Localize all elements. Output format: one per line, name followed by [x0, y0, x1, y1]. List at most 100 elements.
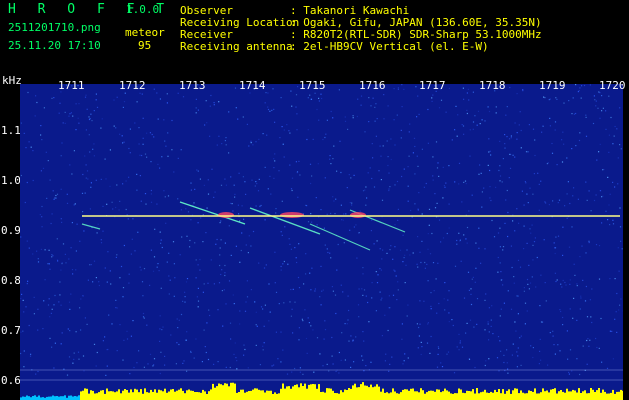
noise-speck [23, 311, 25, 313]
noise-speck [42, 328, 44, 330]
noise-speck [602, 107, 604, 109]
noise-speck [484, 364, 486, 367]
noise-speck [177, 92, 179, 94]
noise-speck [363, 289, 366, 291]
noise-speck [418, 335, 420, 337]
noise-speck [490, 199, 492, 202]
noise-speck [45, 151, 47, 153]
noise-speck [229, 202, 232, 204]
noise-speck [43, 300, 45, 302]
noise-speck [44, 249, 46, 251]
noise-speck [189, 246, 191, 248]
noise-speck [586, 199, 588, 201]
noise-speck [75, 250, 77, 252]
noise-speck [338, 372, 340, 374]
histogram-bar [98, 392, 100, 400]
noise-speck [367, 301, 369, 304]
noise-speck [195, 259, 197, 261]
noise-speck [485, 360, 487, 362]
noise-speck [49, 268, 51, 270]
histogram-bar [370, 384, 372, 400]
noise-speck [442, 197, 444, 199]
histogram-bar [88, 393, 90, 400]
noise-speck [463, 181, 465, 183]
noise-speck [614, 278, 616, 280]
noise-speck [542, 125, 544, 127]
noise-speck [77, 117, 79, 119]
noise-speck [183, 360, 185, 362]
noise-speck [549, 98, 551, 100]
noise-speck [331, 355, 333, 357]
noise-speck [524, 323, 526, 325]
noise-speck [381, 335, 383, 337]
noise-speck [71, 173, 73, 175]
histogram-bar [138, 392, 140, 400]
noise-speck [159, 340, 161, 342]
noise-speck [430, 308, 432, 310]
noise-speck [412, 252, 414, 254]
noise-speck [98, 281, 100, 283]
meteor-trace [81, 223, 101, 230]
noise-speck [246, 280, 248, 282]
histogram-bar [154, 389, 156, 400]
noise-speck [26, 240, 28, 242]
noise-speck [297, 276, 300, 279]
histogram-bar [242, 389, 244, 400]
noise-speck [344, 116, 346, 118]
noise-speck [338, 89, 340, 91]
histogram-bar [590, 388, 592, 400]
histogram-bar [364, 385, 366, 400]
noise-speck [582, 345, 584, 347]
noise-speck [583, 84, 586, 87]
noise-speck [589, 299, 591, 301]
histogram-bar [486, 392, 488, 400]
noise-speck [568, 100, 570, 102]
noise-speck [28, 141, 30, 143]
noise-speck [244, 310, 247, 312]
y-tick-label: 1.0 [1, 174, 21, 187]
noise-speck [134, 122, 136, 124]
noise-speck [206, 207, 208, 209]
histogram-bar [460, 389, 462, 400]
noise-speck [440, 99, 443, 101]
noise-speck [224, 264, 226, 267]
noise-speck [618, 270, 620, 272]
antenna-label: Receiving antenna [180, 40, 293, 53]
noise-speck [218, 135, 220, 137]
noise-speck [475, 242, 477, 244]
noise-speck [619, 226, 622, 228]
noise-speck [456, 239, 458, 242]
noise-speck [318, 97, 320, 99]
noise-speck [138, 350, 140, 352]
noise-speck [591, 288, 593, 290]
histogram-bar [578, 388, 580, 400]
noise-speck [296, 129, 298, 131]
noise-speck [569, 202, 571, 205]
noise-speck [116, 350, 118, 352]
noise-speck [55, 194, 57, 197]
noise-speck [602, 169, 604, 171]
histogram-bar [246, 391, 248, 400]
noise-speck [370, 105, 372, 107]
noise-speck [238, 213, 240, 215]
noise-speck [209, 135, 211, 137]
noise-speck [392, 258, 394, 260]
meteor-echo-hotspot [218, 212, 234, 218]
noise-speck [579, 132, 581, 134]
noise-speck [177, 198, 179, 200]
histogram-bar [600, 392, 602, 400]
noise-speck [180, 313, 183, 316]
noise-speck [447, 351, 450, 353]
noise-speck [244, 348, 246, 351]
histogram-bar [200, 392, 202, 400]
noise-speck [201, 361, 203, 363]
noise-speck [239, 261, 241, 263]
histogram-bar [472, 389, 474, 400]
noise-speck [206, 122, 208, 124]
histogram-bar [302, 386, 304, 400]
noise-speck [507, 372, 509, 374]
meteor-echo-hotspot [280, 212, 304, 218]
noise-speck [275, 331, 277, 333]
noise-speck [401, 323, 403, 325]
noise-speck [262, 308, 264, 310]
